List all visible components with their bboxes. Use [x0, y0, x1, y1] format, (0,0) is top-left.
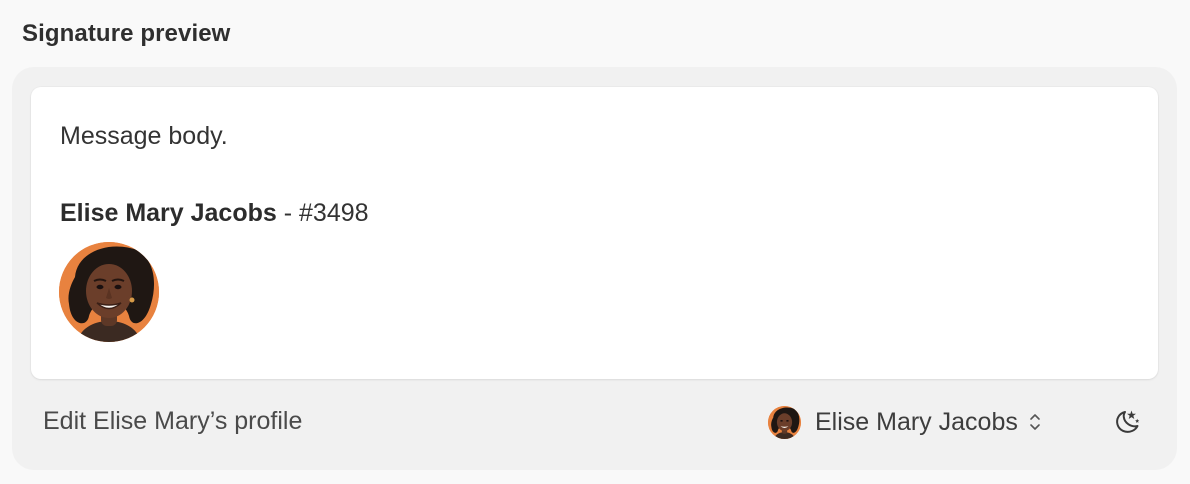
- signature-avatar: [59, 242, 159, 342]
- signature-preview-panel: Message body. Elise Mary Jacobs - #3498: [12, 67, 1177, 470]
- signature-line: Elise Mary Jacobs - #3498: [60, 199, 369, 228]
- theme-toggle-button[interactable]: [1110, 405, 1144, 439]
- selected-profile-avatar: [768, 405, 801, 439]
- moon-stars-icon: [1116, 410, 1140, 433]
- signature-number: #3498: [299, 199, 369, 227]
- section-title: Signature preview: [22, 20, 231, 47]
- person-avatar-icon: [59, 242, 159, 342]
- selected-profile-name: Elise Mary Jacobs: [815, 407, 1018, 436]
- person-avatar-icon: [768, 405, 801, 439]
- signature-separator: -: [276, 199, 300, 227]
- profile-selector[interactable]: Elise Mary Jacobs: [768, 405, 1042, 439]
- signature-name: Elise Mary Jacobs: [60, 199, 277, 227]
- edit-profile-link[interactable]: Edit Elise Mary’s profile: [43, 407, 302, 436]
- chevron-up-down-icon: [1030, 414, 1040, 430]
- message-body-text: Message body.: [60, 122, 228, 150]
- signature-preview-card: Message body. Elise Mary Jacobs - #3498: [31, 87, 1158, 379]
- signature-preview-page: Signature preview Message body. Elise Ma…: [0, 0, 1190, 484]
